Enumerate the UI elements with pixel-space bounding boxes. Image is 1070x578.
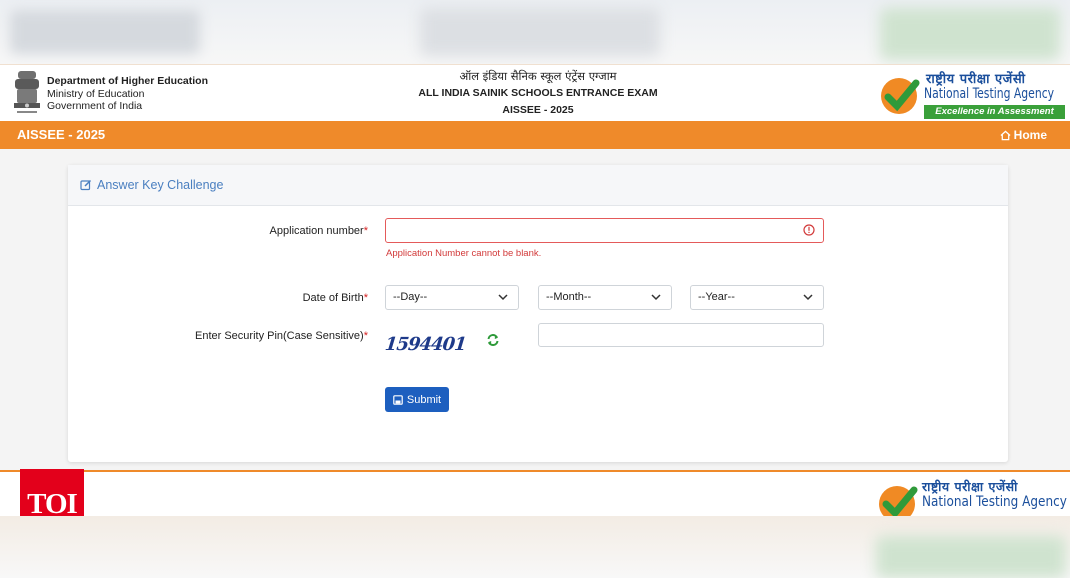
edit-icon xyxy=(80,179,92,191)
blurred-bottom-strip xyxy=(0,516,1070,578)
nta-check-icon xyxy=(881,78,920,114)
blurred-shape xyxy=(876,536,1066,578)
department-name: Department of Higher Education xyxy=(47,75,209,87)
card-title: Answer Key Challenge xyxy=(97,178,224,192)
security-pin-label-text: Enter Security Pin(Case Sensitive) xyxy=(194,330,364,342)
chevron-down-icon xyxy=(498,294,508,301)
blurred-shape xyxy=(420,8,660,56)
refresh-captcha-icon[interactable] xyxy=(486,333,500,347)
blurred-top-strip xyxy=(0,0,1070,64)
nta-english-name: National Testing Agency xyxy=(924,86,1055,102)
blurred-shape xyxy=(10,10,200,54)
exam-title-hindi: ऑल इंडिया सैनिक स्कूल एंट्रेंस एग्जाम xyxy=(459,69,617,83)
submit-button[interactable]: Submit xyxy=(385,387,449,412)
month-selected-value: --Month-- xyxy=(546,291,592,303)
blurred-shape xyxy=(880,8,1060,60)
application-number-label: Application number* xyxy=(188,225,368,237)
footer-nta-hindi-name: राष्ट्रीय परीक्षा एजेंसी xyxy=(922,479,1018,494)
nta-logo: राष्ट्रीय परीक्षा एजेंसी National Testin… xyxy=(880,69,1066,119)
captcha-image: 1594401 xyxy=(383,323,477,365)
security-pin-input[interactable] xyxy=(538,323,824,347)
exam-title-short: AISSEE - 2025 xyxy=(502,104,574,116)
required-mark: * xyxy=(363,292,368,304)
card-header: Answer Key Challenge xyxy=(68,165,1008,206)
nta-tagline: Excellence in Assessment xyxy=(924,105,1065,119)
application-number-label-text: Application number xyxy=(269,225,364,237)
required-mark: * xyxy=(363,330,368,342)
exam-title-english: ALL INDIA SAINIK SCHOOLS ENTRANCE EXAM xyxy=(418,87,658,99)
required-mark: * xyxy=(363,225,368,237)
submit-label: Submit xyxy=(406,393,442,406)
year-selected-value: --Year-- xyxy=(698,291,735,303)
security-pin-label: Enter Security Pin(Case Sensitive)* xyxy=(128,330,368,342)
captcha-text: 1594401 xyxy=(383,333,467,355)
exam-title-block: ऑल इंडिया सैनिक स्कूल एंट्रेंस एग्जाम AL… xyxy=(388,68,688,119)
dob-year-select[interactable]: --Year-- xyxy=(690,285,824,310)
save-icon xyxy=(393,394,403,405)
department-block: Department of Higher Education Ministry … xyxy=(47,75,208,113)
error-icon xyxy=(803,224,815,236)
top-nav-bar: AISSEE - 2025 Home xyxy=(0,121,1070,149)
footer-nta-english-name: National Testing Agency xyxy=(922,494,1067,510)
chevron-down-icon xyxy=(803,294,813,301)
ministry-name: Ministry of Education xyxy=(47,87,145,100)
nav-brand[interactable]: AISSEE - 2025 xyxy=(17,127,105,142)
dob-day-select[interactable]: --Day-- xyxy=(385,285,519,310)
home-label: Home xyxy=(1013,128,1047,142)
nta-check-icon xyxy=(879,486,918,518)
footer-nta-logo: राष्ट्रीय परीक्षा एजेंसी National Testin… xyxy=(878,478,1067,518)
day-selected-value: --Day-- xyxy=(393,291,428,303)
home-link[interactable]: Home xyxy=(1000,128,1047,142)
government-name: Government of India xyxy=(47,100,143,112)
national-emblem-icon xyxy=(14,71,40,113)
dob-label-text: Date of Birth xyxy=(302,292,364,304)
dob-label: Date of Birth* xyxy=(188,292,368,304)
dob-month-select[interactable]: --Month-- xyxy=(538,285,672,310)
home-icon xyxy=(1000,130,1011,140)
site-header: Department of Higher Education Ministry … xyxy=(0,64,1070,121)
application-number-error: Application Number cannot be blank. xyxy=(386,248,542,259)
chevron-down-icon xyxy=(651,294,661,301)
answer-key-card: Answer Key Challenge Application number*… xyxy=(68,165,1008,462)
application-number-input[interactable] xyxy=(385,218,824,243)
nta-hindi-name: राष्ट्रीय परीक्षा एजेंसी xyxy=(926,72,1026,87)
